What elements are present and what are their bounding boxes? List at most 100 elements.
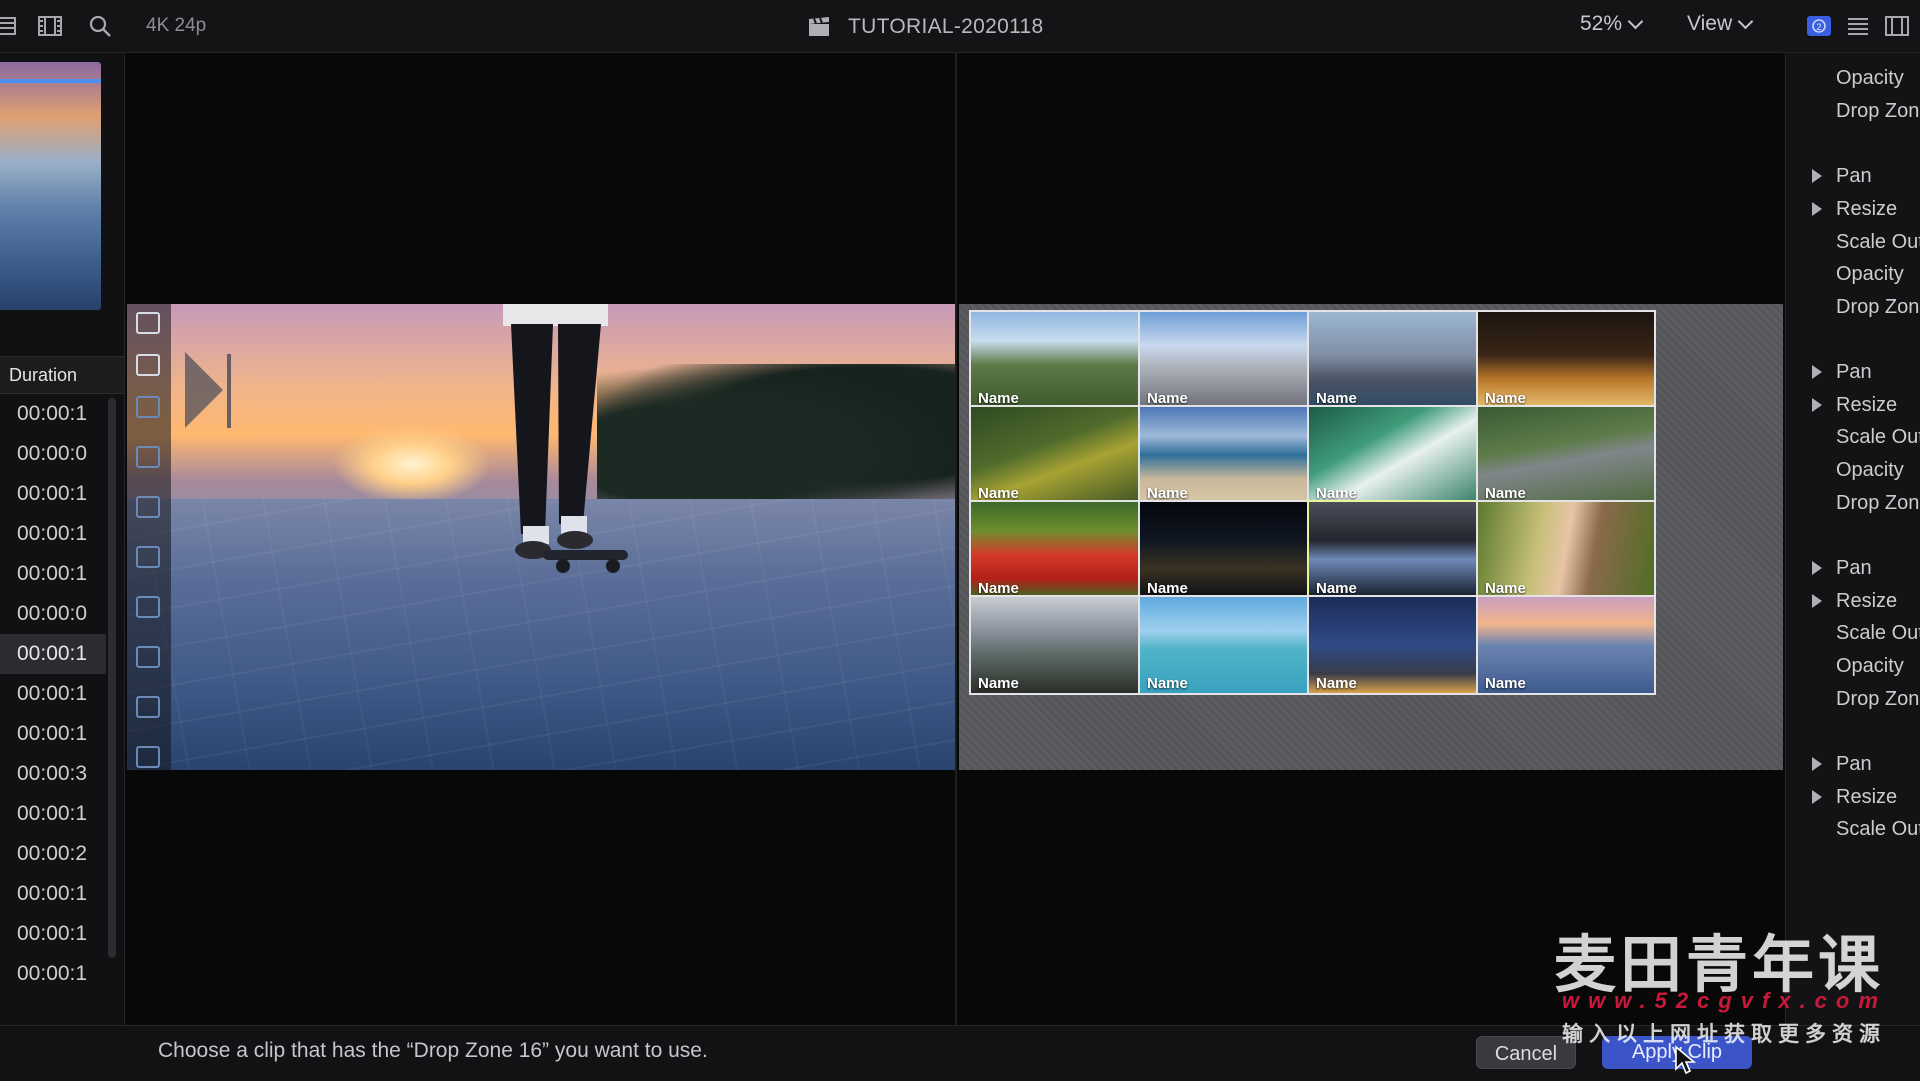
inspector-row[interactable]: Drop Zon (1836, 100, 1919, 123)
duration-row[interactable]: 00:00:2 (0, 834, 106, 874)
clip-thumbnail[interactable] (0, 62, 101, 310)
disclosure-triangle-icon[interactable] (1812, 790, 1822, 804)
strip-marker (136, 746, 160, 768)
drop-zone-tile-airstrip-plane[interactable]: Name (1476, 405, 1656, 505)
inspector-row[interactable]: Scale Out (1836, 231, 1920, 254)
drop-zone-tile-harbor-night[interactable]: Name (1307, 500, 1487, 600)
inspector-row[interactable]: Pan (1836, 361, 1872, 384)
duration-row[interactable]: 00:00:1 (0, 674, 106, 714)
inspector-icon[interactable]: 2 (1806, 14, 1832, 38)
drop-zone-tile-tropical-sea[interactable]: Name (1138, 595, 1318, 695)
svg-text:2: 2 (1816, 22, 1821, 32)
drop-zone-tile-harbor-skyline[interactable]: Name (1307, 310, 1487, 410)
inspector-row[interactable]: Opacity (1836, 263, 1904, 286)
inspector-row[interactable]: Scale Out (1836, 426, 1920, 449)
drop-zone-tile-city-skyline-day[interactable]: Name (1138, 310, 1318, 410)
play-icon (185, 352, 223, 428)
disclosure-triangle-icon[interactable] (1812, 594, 1822, 608)
drop-zone-tile-ocean-waves[interactable]: Name (1307, 405, 1487, 505)
duration-row[interactable]: 00:00:1 (0, 794, 106, 834)
search-icon[interactable] (87, 14, 113, 38)
disclosure-triangle-icon[interactable] (1812, 398, 1822, 412)
duration-row[interactable]: 00:00:1 (0, 914, 106, 954)
filmstrip-icon[interactable] (37, 14, 63, 38)
clapper-icon (809, 17, 829, 36)
drop-zone-tile-eiffel-tower-night[interactable]: Name (1307, 595, 1487, 695)
tile-name-label: Name (1316, 675, 1357, 692)
strip-marker (136, 354, 160, 376)
inspector-row[interactable]: Pan (1836, 557, 1872, 580)
inspector-buttons: 2 (1806, 14, 1910, 38)
duration-row[interactable]: 00:00:1 (0, 514, 106, 554)
strip-marker (136, 446, 160, 468)
duration-row[interactable]: 00:00:3 (0, 754, 106, 794)
drop-zone-tile-beach-coast[interactable]: Name (1138, 405, 1318, 505)
drop-zone-tile-london-night[interactable]: Name (1476, 310, 1656, 410)
inspector-row[interactable]: Resize (1836, 394, 1897, 417)
disclosure-triangle-icon[interactable] (1812, 169, 1822, 183)
inspector-row[interactable]: Resize (1836, 590, 1897, 613)
project-title: TUTORIAL-2020118 (848, 15, 1044, 38)
disclosure-triangle-icon[interactable] (1812, 365, 1822, 379)
view-label: View (1687, 12, 1733, 35)
tile-name-label: Name (978, 675, 1019, 692)
strip-marker (136, 496, 160, 518)
bottom-bar: Choose a clip that has the “Drop Zone 16… (0, 1025, 1920, 1081)
disclosure-triangle-icon[interactable] (1812, 202, 1822, 216)
tree-silhouette (597, 364, 955, 514)
view-menu[interactable]: View (1687, 12, 1754, 36)
inspector-row[interactable]: Opacity (1836, 67, 1904, 90)
thumbnail-selection-bar (0, 79, 101, 83)
duration-row[interactable]: 00:00:1 (0, 394, 106, 434)
duration-row[interactable]: 00:00:1 (0, 634, 106, 674)
duration-row[interactable]: 00:00:1 (0, 954, 106, 994)
duration-row[interactable]: 00:00:1 (0, 714, 106, 754)
toolbar: 4K 24p TUTORIAL-2020118 52% View 2 (0, 0, 1920, 53)
inspector-row[interactable]: Opacity (1836, 655, 1904, 678)
inspector-row[interactable]: Scale Out (1836, 622, 1920, 645)
strip-marker (136, 546, 160, 568)
duration-row[interactable]: 00:00:1 (0, 474, 106, 514)
drop-zone-tile-yellow-flowers[interactable]: Name (969, 405, 1149, 505)
drop-zone-tile-woman-portrait[interactable]: Name (1476, 500, 1656, 600)
inspector-row[interactable]: Drop Zon (1836, 492, 1919, 515)
inspector-row[interactable]: Pan (1836, 165, 1872, 188)
strip-marker (136, 696, 160, 718)
drop-zone-tile-city-lights-night[interactable]: Name (1138, 500, 1318, 600)
drop-zone-tile-red-tulips[interactable]: Name (969, 500, 1149, 600)
browser-icon[interactable] (0, 14, 18, 38)
drop-zone-tile-vineyard-bottle[interactable]: Name (969, 310, 1149, 410)
strip-marker (136, 312, 160, 334)
inspector-row[interactable]: Drop Zon (1836, 688, 1919, 711)
instruction-text: Choose a clip that has the “Drop Zone 16… (158, 1039, 708, 1062)
duration-row[interactable]: 00:00:1 (0, 554, 106, 594)
format-label: 4K 24p (146, 15, 207, 36)
duration-column-header[interactable]: Duration (0, 356, 124, 394)
inspector-row[interactable]: Opacity (1836, 459, 1904, 482)
inspector-panel: Opacity Drop Zon Pan Resize Scale Out Opacity… (1785, 53, 1920, 1025)
duration-list: 00:00:1 00:00:0 00:00:1 00:00:1 00:00:1 00:00… (0, 394, 106, 994)
duration-row[interactable]: 00:00:0 (0, 594, 106, 634)
duration-row[interactable]: 00:00:1 (0, 874, 106, 914)
drop-zone-tile-skateboarder[interactable]: Name (1476, 595, 1656, 695)
disclosure-triangle-icon[interactable] (1812, 757, 1822, 771)
duration-scrollbar[interactable] (108, 398, 116, 958)
inspector-row[interactable]: Resize (1836, 198, 1897, 221)
drop-zone-tile-mountain-valley[interactable]: Name (969, 595, 1149, 695)
tile-name-label: Name (1147, 675, 1188, 692)
inspector-row[interactable]: Scale Out (1836, 818, 1920, 841)
duration-row[interactable]: 00:00:0 (0, 434, 106, 474)
zoom-menu[interactable]: 52% (1580, 12, 1644, 36)
inspector-row[interactable]: Drop Zon (1836, 296, 1919, 319)
inspector-row[interactable]: Pan (1836, 753, 1872, 776)
sunset-glow (332, 424, 492, 504)
list-icon[interactable] (1845, 14, 1871, 38)
chevron-down-icon (1737, 13, 1754, 30)
mouse-pointer-icon (1675, 1045, 1696, 1075)
cancel-button[interactable]: Cancel (1476, 1036, 1576, 1069)
film-icon[interactable] (1884, 14, 1910, 38)
disclosure-triangle-icon[interactable] (1812, 561, 1822, 575)
inspector-row[interactable]: Resize (1836, 786, 1897, 809)
duration-header-label: Duration (9, 365, 78, 385)
drop-zone-grid: Name Name Name Name Name Name Name Name Name Name… (959, 304, 1783, 770)
